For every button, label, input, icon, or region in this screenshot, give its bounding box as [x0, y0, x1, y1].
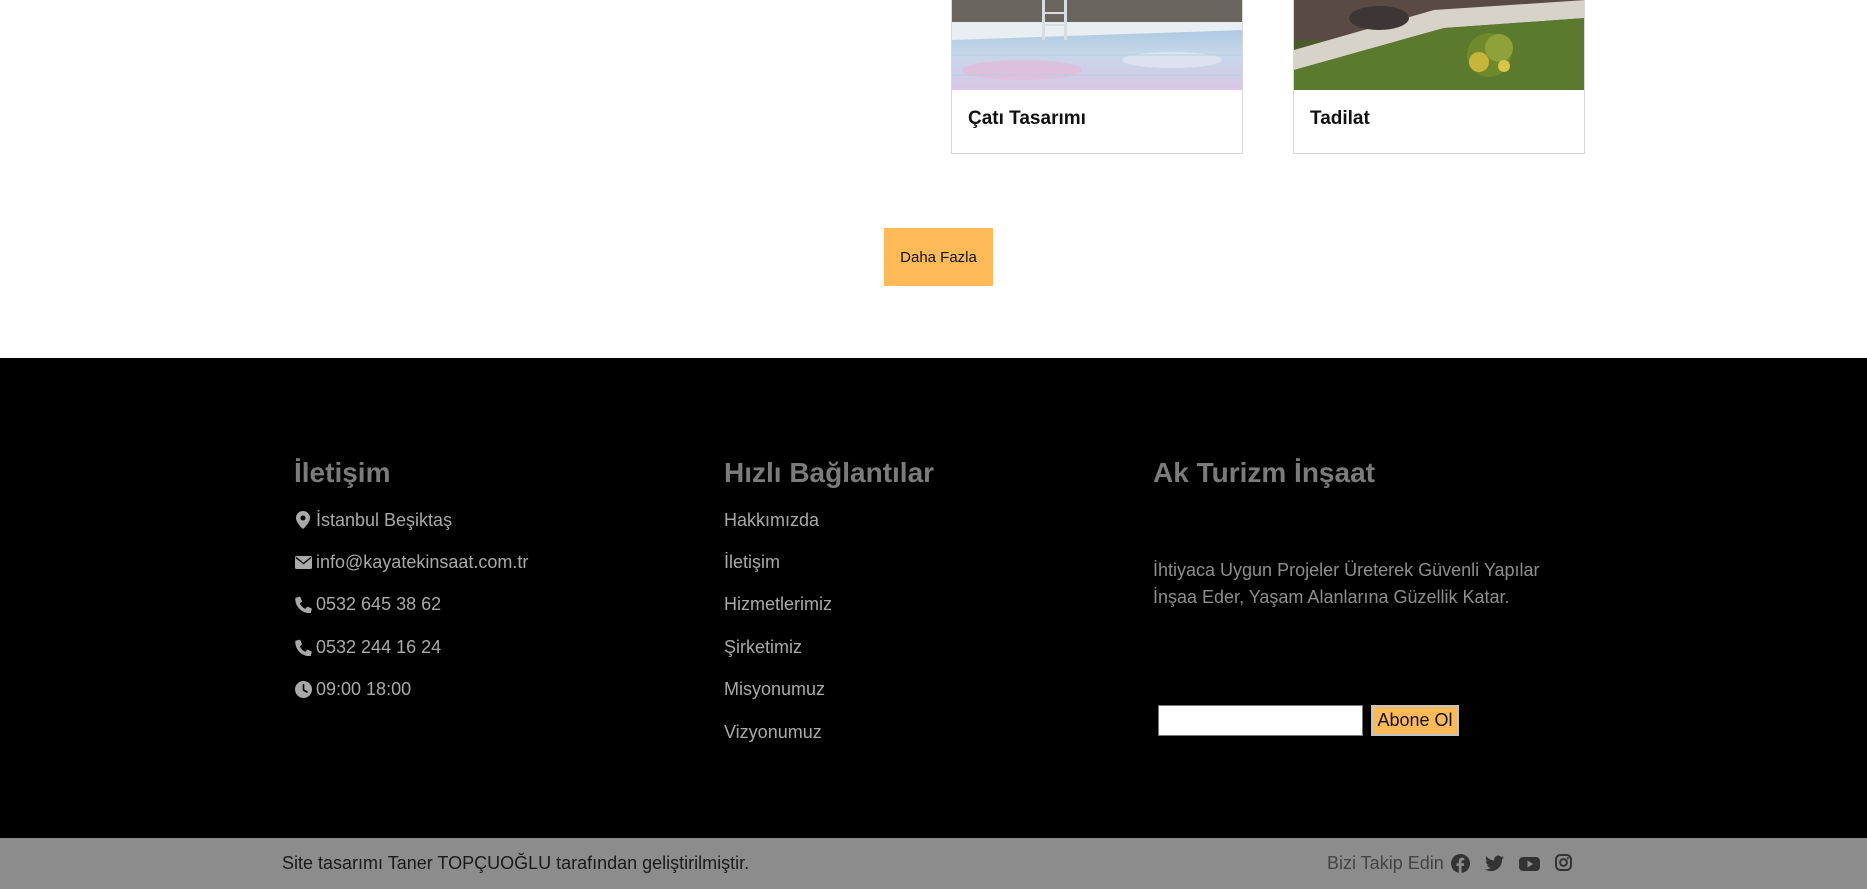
- contact-heading: İletişim: [294, 457, 391, 488]
- contact-text: 0532 645 38 62: [316, 594, 442, 615]
- company-description: İhtiyaca Uygun Projeler Üreterek Güvenli…: [1153, 560, 1540, 607]
- project-card-renovation[interactable]: Tadilat: [1293, 0, 1585, 154]
- footer-company-column: Ak Turizm İnşaat İhtiyaca Uygun Projeler…: [1153, 457, 1540, 736]
- garden-photo: [1294, 0, 1584, 90]
- footer-links-column: Hızlı Bağlantılar Hakkımızda İletişim Hi…: [724, 457, 935, 742]
- link-company[interactable]: Şirketimiz: [724, 626, 1124, 668]
- contact-text: 0532 244 16 24: [316, 636, 442, 657]
- contact-text: info@kayatekinsaat.com.tr: [316, 552, 529, 573]
- contact-email: info@kayatekinsaat.com.tr: [294, 541, 694, 583]
- contact-phone-1: 0532 645 38 62: [294, 584, 694, 626]
- card-title: Çatı Tasarımı: [968, 108, 1086, 129]
- project-card-roof-design[interactable]: Çatı Tasarımı: [951, 0, 1243, 154]
- links-heading: Hızlı Bağlantılar: [724, 457, 935, 488]
- facebook-icon[interactable]: [1451, 854, 1470, 873]
- envelope-icon: [294, 554, 312, 572]
- pool-photo: [952, 0, 1242, 90]
- card-title: Tadilat: [1310, 108, 1370, 129]
- company-heading: Ak Turizm İnşaat: [1153, 457, 1375, 488]
- footer-contact-column: İletişim İstanbul Beşiktaş info@kayateki…: [294, 457, 528, 700]
- youtube-icon[interactable]: [1519, 854, 1540, 873]
- quick-links-list: Hakkımızda İletişim Hizmetlerimiz Şirket…: [724, 499, 1124, 753]
- contact-text: 09:00 18:00: [316, 679, 412, 700]
- link-about[interactable]: Hakkımızda: [724, 499, 1124, 541]
- more-button[interactable]: Daha Fazla: [884, 228, 993, 286]
- contact-list: İstanbul Beşiktaş info@kayatekinsaat.com…: [294, 499, 694, 711]
- link-contact[interactable]: İletişim: [724, 541, 1124, 583]
- link-mission[interactable]: Misyonumuz: [724, 669, 1124, 711]
- map-marker-icon: [294, 511, 312, 530]
- subscribe-button[interactable]: Abone Ol: [1371, 705, 1459, 736]
- subscribe-email-input[interactable]: [1158, 705, 1363, 736]
- footer: İletişim İstanbul Beşiktaş info@kayateki…: [0, 358, 1867, 838]
- link-vision[interactable]: Vizyonumuz: [724, 711, 1124, 753]
- site-credit: Site tasarımı Taner TOPÇUOĞLU tarafından…: [282, 853, 750, 873]
- twitter-icon[interactable]: [1485, 854, 1504, 873]
- contact-address: İstanbul Beşiktaş: [294, 499, 694, 541]
- instagram-icon[interactable]: [1555, 854, 1574, 873]
- contact-text: İstanbul Beşiktaş: [316, 509, 453, 530]
- bottom-bar: Site tasarımı Taner TOPÇUOĞLU tarafından…: [0, 838, 1867, 889]
- contact-phone-2: 0532 244 16 24: [294, 626, 694, 668]
- follow-label: Bizi Takip Edin: [1327, 853, 1444, 873]
- phone-icon: [294, 638, 312, 656]
- link-services[interactable]: Hizmetlerimiz: [724, 584, 1124, 626]
- contact-hours: 09:00 18:00: [294, 669, 694, 711]
- phone-icon: [294, 596, 312, 614]
- clock-icon: [294, 681, 312, 699]
